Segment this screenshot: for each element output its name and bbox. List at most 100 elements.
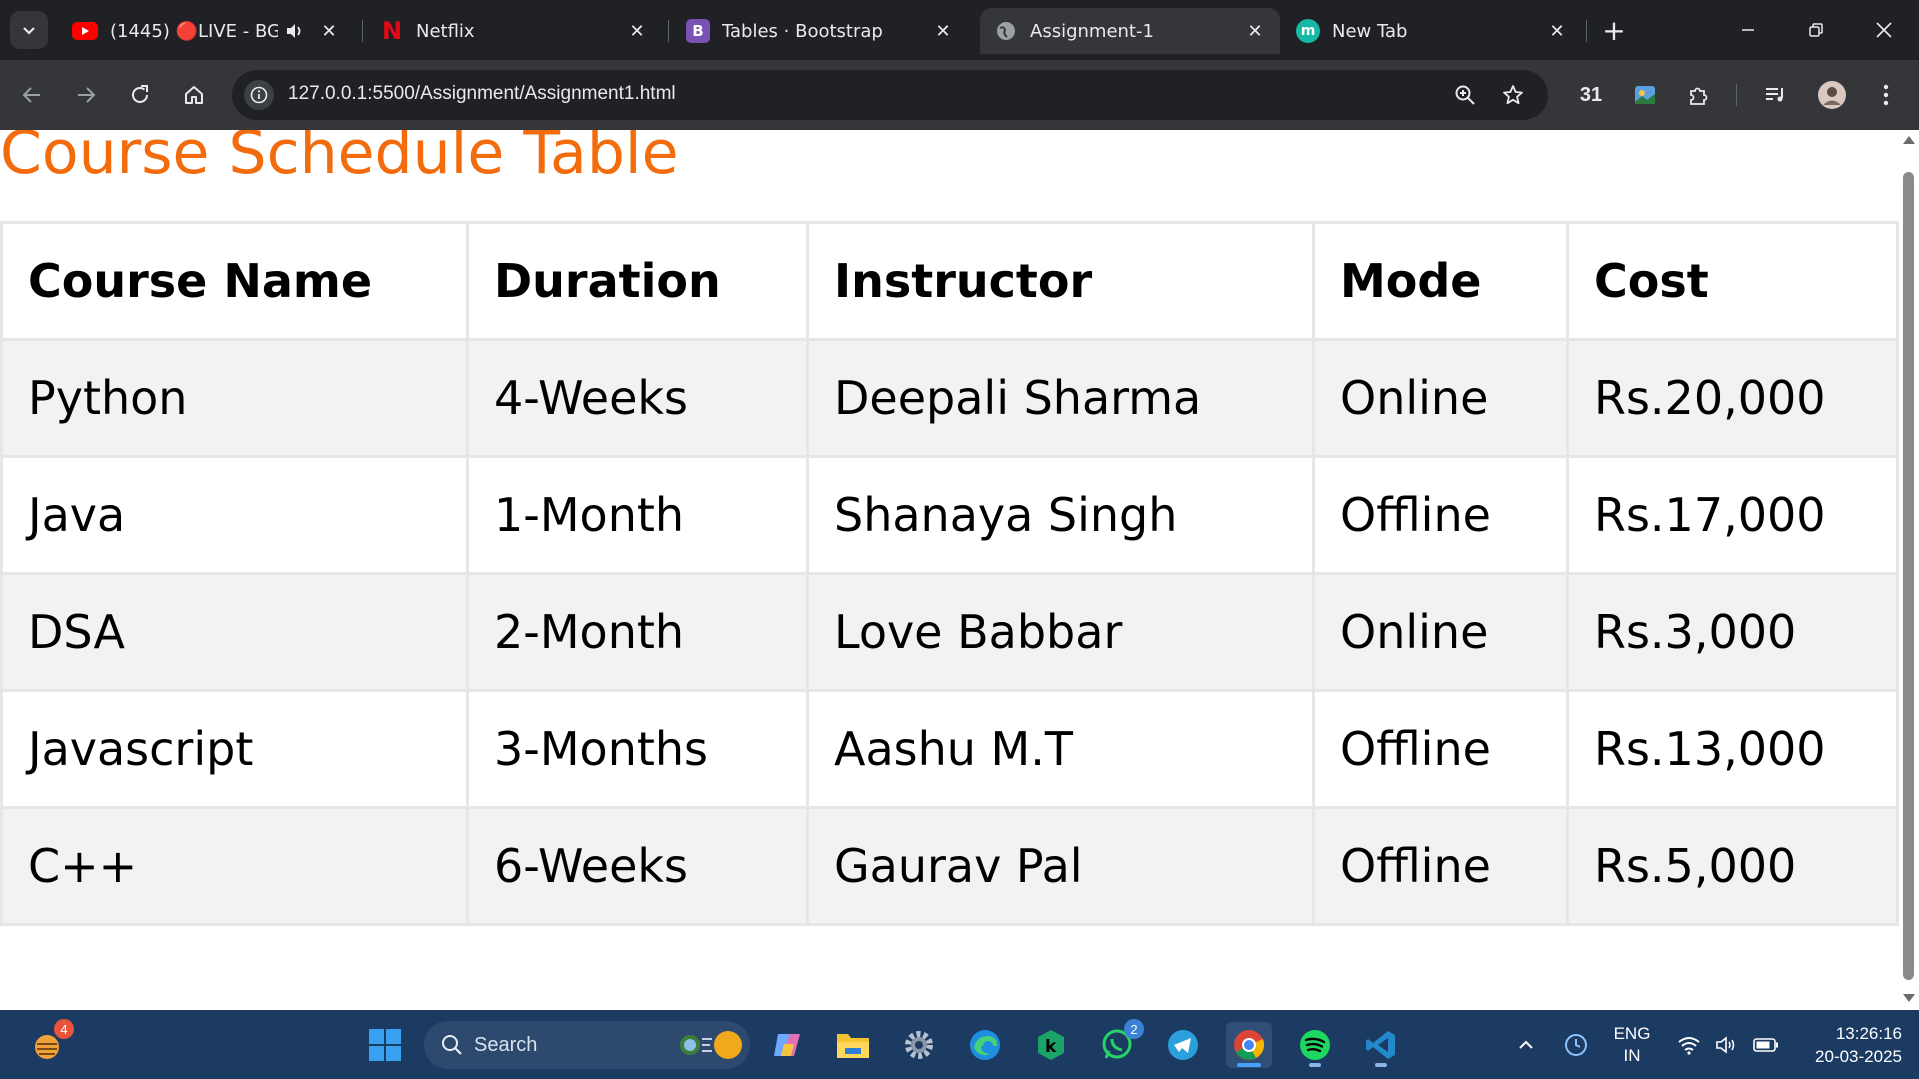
table-cell: Rs.17,000 (1566, 455, 1899, 575)
page-title: Course Schedule Table (0, 130, 679, 188)
start-button[interactable] (362, 1022, 408, 1068)
site-info-icon[interactable] (244, 80, 274, 110)
scrollbar-thumb[interactable] (1903, 172, 1914, 980)
edge-browser-icon[interactable] (962, 1022, 1008, 1068)
clock-date-display[interactable]: 13:26:16 20-03-2025 (1790, 1010, 1902, 1079)
media-control-icon[interactable] (1755, 75, 1795, 115)
table-cell: Rs.5,000 (1566, 806, 1899, 926)
telegram-app-icon[interactable] (1160, 1022, 1206, 1068)
table-cell: Online (1312, 572, 1569, 692)
tab-strip: (1445) 🔴LIVE - BGMI ✕ N Netflix ✕ B Tabl… (0, 0, 1919, 60)
browser-toolbar: 127.0.0.1:5500/Assignment/Assignment1.ht… (0, 60, 1919, 130)
quick-settings-button[interactable] (1672, 1010, 1784, 1079)
clock-app-icon[interactable] (1556, 1010, 1596, 1079)
windows-logo-icon (369, 1029, 401, 1061)
running-indicator (1237, 1063, 1261, 1067)
close-tab-icon[interactable]: ✕ (930, 18, 956, 44)
settings-app-icon[interactable] (896, 1022, 942, 1068)
address-bar[interactable]: 127.0.0.1:5500/Assignment/Assignment1.ht… (232, 70, 1548, 120)
table-cell: Gaurav Pal (806, 806, 1315, 926)
menu-kebab-icon[interactable] (1866, 75, 1906, 115)
show-hidden-icons-button[interactable] (1508, 1010, 1544, 1079)
table-cell: 2-Month (466, 572, 809, 692)
table-cell: 3-Months (466, 689, 809, 809)
close-tab-icon[interactable]: ✕ (624, 18, 650, 44)
tab-bootstrap[interactable]: B Tables · Bootstrap ✕ (672, 8, 968, 54)
close-tab-icon[interactable]: ✕ (1242, 18, 1268, 44)
scroll-down-arrow-icon[interactable] (1903, 994, 1915, 1002)
whatsapp-app-icon[interactable]: 2 (1094, 1019, 1144, 1068)
arrow-left-icon (22, 87, 40, 103)
spotify-app-icon[interactable] (1292, 1022, 1338, 1068)
tab-new-tab[interactable]: m New Tab ✕ (1282, 8, 1582, 54)
svg-text:k: k (1045, 1037, 1057, 1057)
chevron-up-icon (1519, 1040, 1533, 1049)
table-header-row: Course Name Duration Instructor Mode Cos… (0, 221, 1899, 341)
course-schedule-table: Course Name Duration Instructor Mode Cos… (0, 221, 1899, 926)
new-tab-button[interactable]: + (1598, 14, 1630, 47)
tab-search-button[interactable] (10, 11, 48, 49)
reload-icon (132, 85, 148, 103)
tab-title: Tables · Bootstrap (722, 20, 883, 42)
minimize-icon (1742, 29, 1754, 31)
close-tab-icon[interactable]: ✕ (1544, 18, 1570, 44)
tab-title: (1445) 🔴LIVE - BGMI (110, 20, 278, 42)
table-cell: DSA (0, 572, 469, 692)
minimize-button[interactable] (1718, 10, 1778, 50)
tab-netflix[interactable]: N Netflix ✕ (366, 8, 662, 54)
speaker-icon[interactable] (284, 21, 304, 41)
copilot-app-icon[interactable] (764, 1022, 810, 1068)
table-cell: C++ (0, 806, 469, 926)
table-cell: Online (1312, 338, 1569, 458)
clock-date: 20-03-2025 (1815, 1046, 1902, 1066)
scroll-up-arrow-icon[interactable] (1903, 136, 1915, 144)
zoom-icon[interactable] (1450, 80, 1480, 110)
search-label: Search (474, 1033, 538, 1056)
vscode-app-icon[interactable] (1358, 1022, 1404, 1068)
close-window-button[interactable] (1854, 10, 1914, 50)
restore-button[interactable] (1786, 10, 1846, 50)
column-header: Course Name (0, 221, 469, 341)
chrome-app-icon[interactable] (1226, 1022, 1272, 1068)
back-button[interactable] (12, 75, 52, 115)
extensions-puzzle-icon[interactable] (1679, 75, 1719, 115)
kaspersky-app-icon[interactable]: k (1028, 1022, 1074, 1068)
language-code: ENG (1613, 1023, 1651, 1043)
profile-avatar-icon[interactable] (1812, 75, 1852, 115)
region-code: IN (1623, 1045, 1641, 1065)
forward-button[interactable] (66, 75, 106, 115)
url-text[interactable]: 127.0.0.1:5500/Assignment/Assignment1.ht… (288, 83, 676, 105)
tab-title: Assignment-1 (1030, 20, 1154, 42)
clock-time: 13:26:16 (1835, 1023, 1902, 1043)
photo-extension-icon[interactable] (1625, 75, 1665, 115)
tab-youtube[interactable]: (1445) 🔴LIVE - BGMI ✕ (58, 8, 358, 54)
reload-button[interactable] (120, 75, 160, 115)
battery-icon (1753, 1037, 1778, 1052)
tab-separator (1586, 20, 1587, 42)
tab-assignment-active[interactable]: Assignment-1 ✕ (980, 8, 1280, 54)
calendar-extension-icon[interactable]: 31 (1571, 75, 1611, 115)
table-cell: Rs.3,000 (1566, 572, 1899, 692)
close-tab-icon[interactable]: ✕ (316, 18, 342, 44)
file-explorer-icon[interactable] (830, 1022, 876, 1068)
vertical-scrollbar[interactable] (1900, 130, 1919, 1010)
table-cell: 6-Weeks (466, 806, 809, 926)
language-indicator[interactable]: ENG IN (1606, 1010, 1658, 1079)
toolbar-separator (1736, 84, 1737, 106)
close-icon (1876, 22, 1892, 38)
widgets-button[interactable]: 4 (24, 1019, 74, 1068)
home-button[interactable] (174, 75, 214, 115)
tab-separator (362, 20, 363, 42)
column-header: Mode (1312, 221, 1569, 341)
table-cell: 4-Weeks (466, 338, 809, 458)
column-header: Duration (466, 221, 809, 341)
arrow-right-icon (78, 87, 96, 103)
column-header: Cost (1566, 221, 1899, 341)
volume-icon (1716, 1035, 1735, 1054)
taskbar-search-box[interactable]: Search (424, 1021, 750, 1069)
table-cell: Shanaya Singh (806, 455, 1315, 575)
new-tab-icon: m (1296, 19, 1320, 43)
bookmark-star-icon[interactable] (1498, 80, 1528, 110)
table-cell: Love Babbar (806, 572, 1315, 692)
youtube-icon (72, 22, 98, 40)
